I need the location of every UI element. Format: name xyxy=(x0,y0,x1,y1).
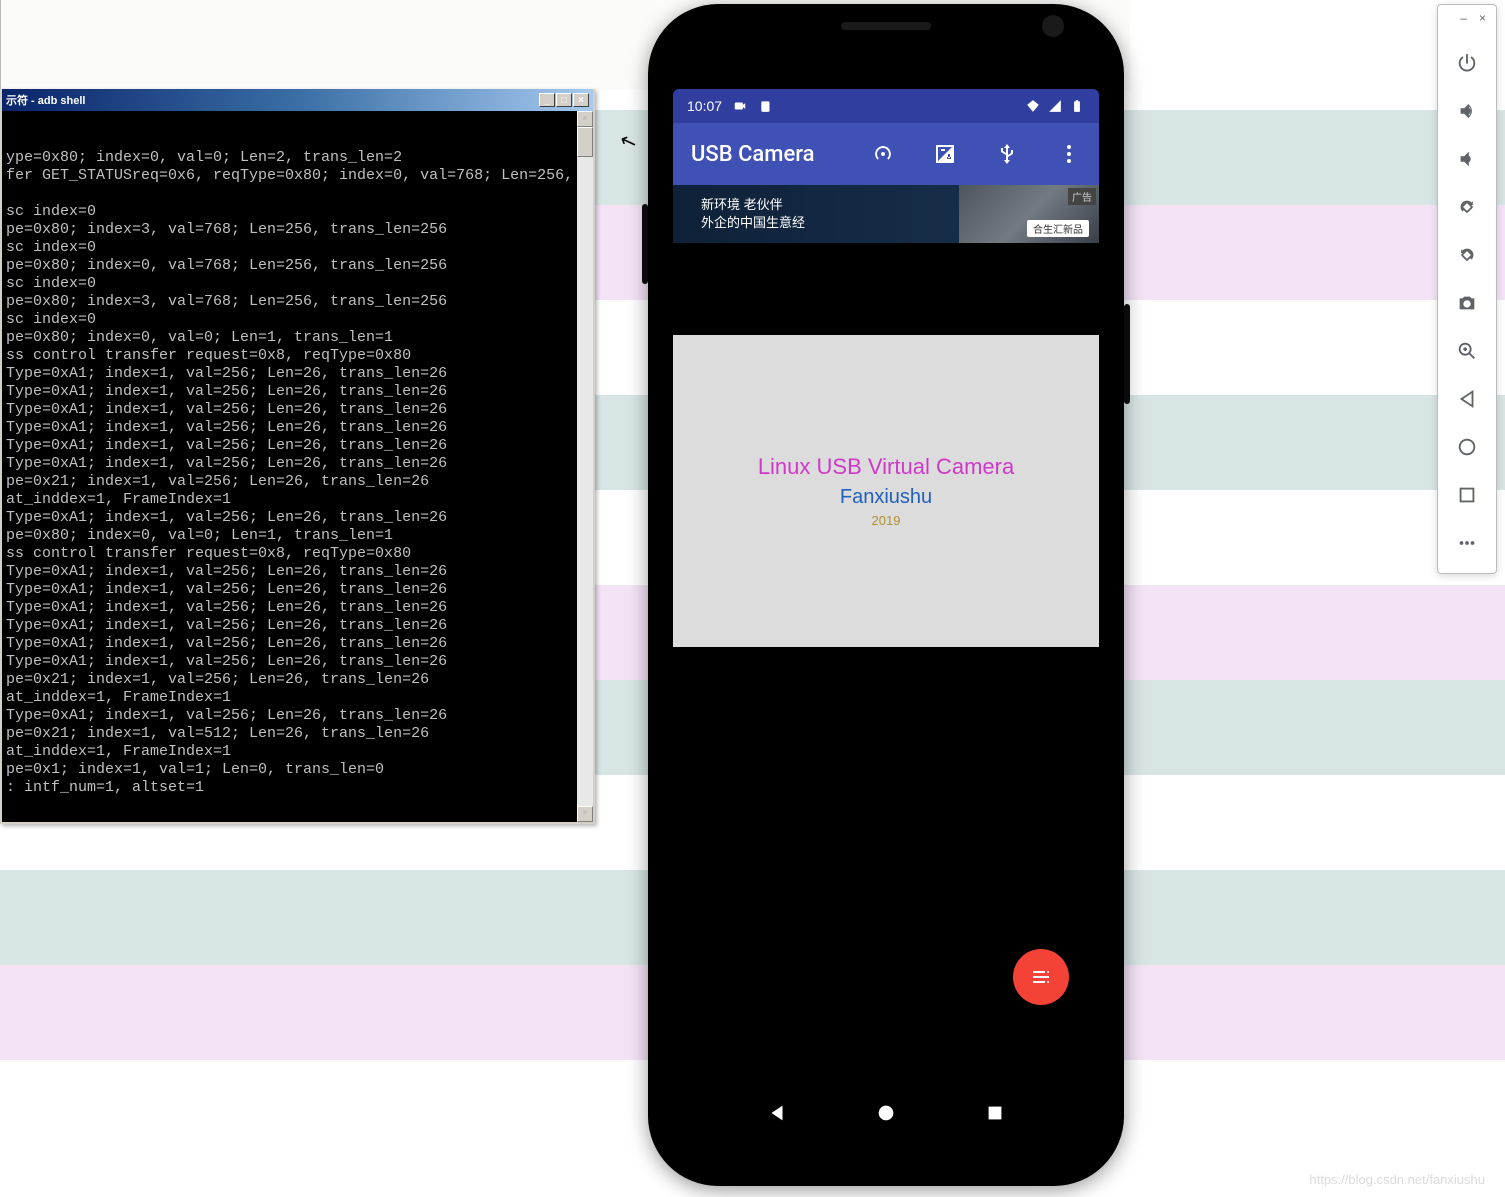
fab-menu-button[interactable] xyxy=(1013,949,1069,1005)
exposure-icon[interactable] xyxy=(933,142,957,166)
terminal-window: 示符 - adb shell _ □ × ype=0x80; index=0, … xyxy=(0,89,595,824)
home-button[interactable] xyxy=(875,1102,897,1124)
usb-icon[interactable] xyxy=(995,142,1019,166)
card-status-icon xyxy=(758,99,774,113)
app-title: USB Camera xyxy=(691,142,815,167)
rotate-right-tool-button[interactable] xyxy=(1438,231,1496,279)
toolbar-close-button[interactable]: × xyxy=(1479,11,1486,29)
scroll-up-button[interactable]: ▲ xyxy=(577,111,593,127)
scroll-down-button[interactable]: ▼ xyxy=(577,806,593,822)
terminal-title-text: 示符 - adb shell xyxy=(6,92,85,108)
screenshot-tool-button[interactable] xyxy=(1438,279,1496,327)
side-button[interactable] xyxy=(642,204,648,284)
back-button[interactable] xyxy=(766,1102,788,1124)
broadcast-icon[interactable] xyxy=(871,142,895,166)
power-button[interactable] xyxy=(1124,304,1130,404)
signal-icon xyxy=(1047,99,1063,113)
overview-tool-button[interactable] xyxy=(1438,471,1496,519)
watermark-text: https://blog.csdn.net/fanxiushu xyxy=(1309,1172,1485,1187)
app-bar: USB Camera xyxy=(673,123,1099,185)
camera-preview[interactable]: Linux USB Virtual Camera Fanxiushu 2019 xyxy=(673,335,1099,647)
ad-cta-button[interactable]: 合生汇新品 xyxy=(1027,220,1089,237)
front-camera-icon xyxy=(1042,15,1064,37)
ad-banner[interactable]: 新环境 老伙伴 外企的中国生意经 合生汇新品 广告 xyxy=(673,185,1099,243)
phone-frame: 10:07 USB Camera xyxy=(648,4,1124,1186)
more-tool-button[interactable] xyxy=(1438,519,1496,567)
nav-bar xyxy=(673,1085,1099,1141)
status-bar[interactable]: 10:07 xyxy=(673,89,1099,123)
toolbar-minimize-button[interactable]: – xyxy=(1460,11,1467,29)
back-tool-button[interactable] xyxy=(1438,375,1496,423)
more-icon[interactable] xyxy=(1057,142,1081,166)
terminal-output[interactable]: ype=0x80; index=0, val=0; Len=2, trans_l… xyxy=(2,111,593,822)
phone-screen[interactable]: 10:07 USB Camera xyxy=(673,89,1099,1141)
camera-status-icon xyxy=(732,99,748,113)
android-emulator: 10:07 USB Camera xyxy=(648,4,1124,1186)
preview-line1: Linux USB Virtual Camera xyxy=(758,454,1014,480)
speaker-icon xyxy=(841,22,931,30)
rotate-left-tool-button[interactable] xyxy=(1438,183,1496,231)
terminal-scrollbar[interactable]: ▲ ▼ xyxy=(577,111,593,822)
volume-down-tool-button[interactable] xyxy=(1438,135,1496,183)
wifi-icon xyxy=(1025,99,1041,113)
terminal-titlebar[interactable]: 示符 - adb shell _ □ × xyxy=(2,89,593,111)
home-tool-button[interactable] xyxy=(1438,423,1496,471)
minimize-button[interactable]: _ xyxy=(539,93,555,107)
ad-badge: 广告 xyxy=(1068,188,1096,205)
close-button[interactable]: × xyxy=(573,93,589,107)
emulator-toolbar: – × xyxy=(1437,4,1497,574)
preview-line3: 2019 xyxy=(872,513,901,528)
ad-line2: 外企的中国生意经 xyxy=(701,214,805,232)
maximize-button[interactable]: □ xyxy=(556,93,572,107)
volume-up-tool-button[interactable] xyxy=(1438,87,1496,135)
ad-line1: 新环境 老伙伴 xyxy=(701,196,805,214)
battery-icon xyxy=(1069,99,1085,113)
preview-line2: Fanxiushu xyxy=(840,486,932,509)
status-time: 10:07 xyxy=(687,98,722,114)
scroll-thumb[interactable] xyxy=(577,127,593,157)
power-tool-button[interactable] xyxy=(1438,39,1496,87)
recents-button[interactable] xyxy=(984,1102,1006,1124)
camera-content: Linux USB Virtual Camera Fanxiushu 2019 xyxy=(673,243,1099,1085)
zoom-tool-button[interactable] xyxy=(1438,327,1496,375)
